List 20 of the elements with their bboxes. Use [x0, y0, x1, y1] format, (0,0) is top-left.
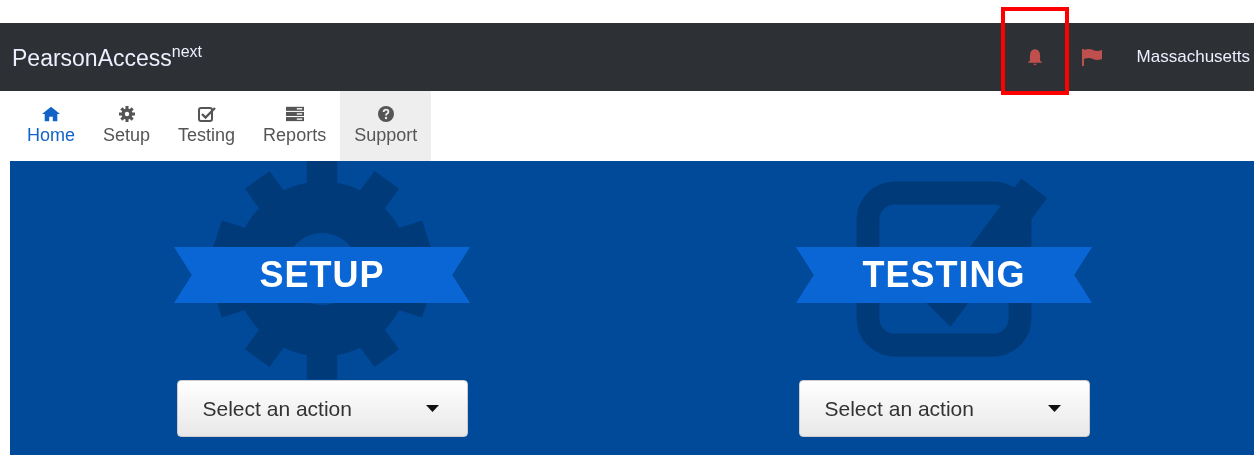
nav-tab[interactable]: Testing — [164, 91, 250, 161]
nav-tab[interactable]: Home — [13, 91, 89, 161]
flag-icon[interactable] — [1080, 48, 1103, 66]
caret-icon — [1047, 405, 1061, 412]
action-dropdown[interactable]: Select an action — [176, 380, 468, 437]
user-menu[interactable]: Massachusetts — [1136, 47, 1250, 67]
help-icon — [376, 106, 395, 122]
nav-tab[interactable]: Setup — [89, 91, 165, 161]
nav-tab[interactable]: Support — [340, 91, 432, 161]
action-dropdown[interactable]: Select an action — [798, 380, 1090, 437]
checkbox-icon — [197, 106, 216, 122]
home-icon — [42, 106, 60, 122]
nav-tab[interactable]: Reports — [249, 91, 341, 161]
bell-icon[interactable] — [1025, 48, 1044, 66]
server-icon — [285, 106, 304, 122]
title-ribbon: TESTING — [796, 247, 1092, 303]
title-ribbon: SETUP — [174, 247, 470, 303]
brand-logo[interactable]: PearsonAccess$^{next}$ — [12, 42, 203, 72]
settings-icon — [117, 106, 136, 122]
caret-icon — [425, 405, 439, 412]
